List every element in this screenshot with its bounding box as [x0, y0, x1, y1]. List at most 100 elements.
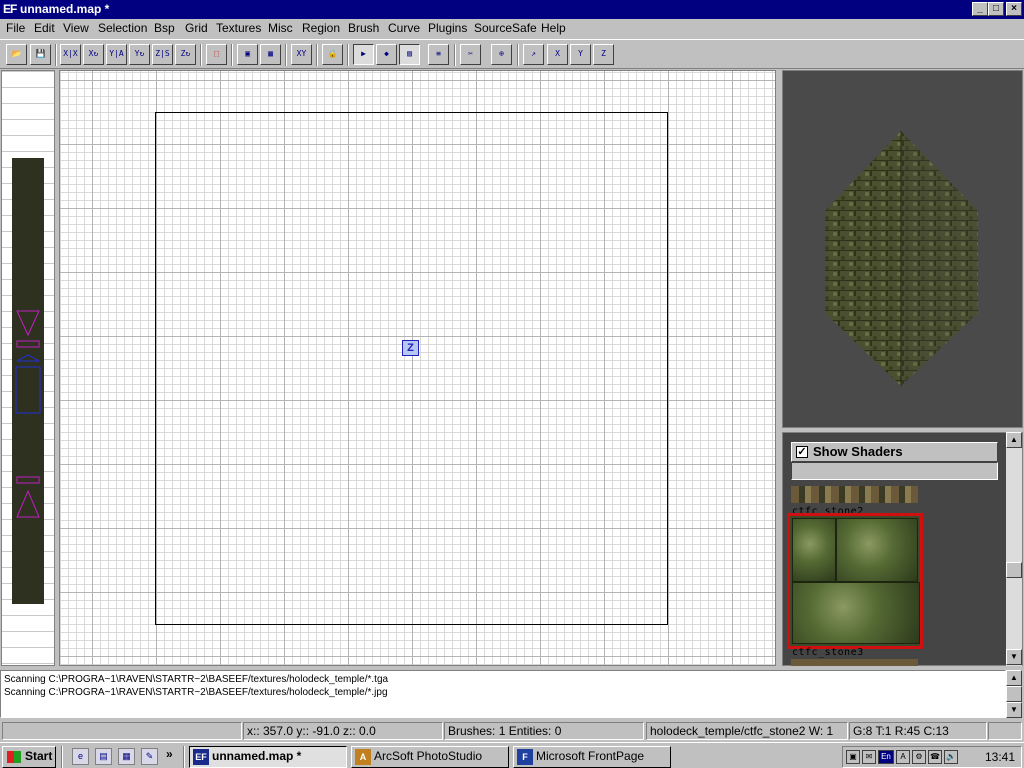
quicklaunch-chevron-icon[interactable]: » [166, 747, 173, 761]
flip-x-icon[interactable]: X|X [60, 44, 81, 65]
status-grid-info: G:8 T:1 R:45 C:13 [849, 722, 987, 740]
tray-language-icon[interactable]: En [878, 750, 894, 764]
maximize-button[interactable]: □ [988, 2, 1004, 16]
view-y-icon[interactable]: Y [570, 44, 591, 65]
free-rotate-icon[interactable]: ⊕ [491, 44, 512, 65]
show-shaders-checkbox[interactable]: ✓ [796, 446, 808, 458]
view-z-icon[interactable]: Z [593, 44, 614, 65]
tray-network-icon[interactable]: ▣ [846, 750, 860, 764]
rotate-x-icon[interactable]: X↻ [83, 44, 104, 65]
selected-texture-thumbnail[interactable] [787, 513, 923, 649]
menu-view[interactable]: View [63, 21, 89, 35]
brush-mode-icon[interactable]: ◆ [376, 44, 397, 65]
select-touching-icon[interactable]: ▣ [237, 44, 258, 65]
z-view[interactable] [1, 70, 55, 666]
camera-view[interactable] [782, 70, 1023, 428]
texture-scrollbar[interactable]: ▲ ▼ [1006, 432, 1022, 666]
menu-brush[interactable]: Brush [348, 21, 379, 35]
entity-mode-icon[interactable]: ▶ [353, 44, 374, 65]
select-complete-tall-icon[interactable]: ⬚ [206, 44, 227, 65]
view-x-icon[interactable]: X [547, 44, 568, 65]
tray-clock: 13:41 [984, 750, 1015, 764]
task-unnamed-map[interactable]: EF unnamed.map * [189, 746, 347, 768]
toolbar-separator [285, 44, 287, 66]
menu-selection[interactable]: Selection [98, 21, 147, 35]
scroll-thumb[interactable] [1006, 686, 1022, 702]
menu-curve[interactable]: Curve [388, 21, 420, 35]
toolbar-separator [200, 44, 202, 66]
tray-mail-icon[interactable]: ✉ [862, 750, 876, 764]
notepad-icon[interactable]: ✎ [141, 748, 158, 765]
start-button[interactable]: Start [2, 746, 56, 768]
texture-filter-field[interactable] [791, 462, 998, 480]
clipper-icon[interactable]: ✂ [460, 44, 481, 65]
scroll-down-icon[interactable]: ▼ [1006, 649, 1022, 665]
menu-file[interactable]: File [6, 21, 25, 35]
console-scrollbar[interactable]: ▲ ▼ [1006, 670, 1022, 718]
tray-phone-icon[interactable]: ☎ [928, 750, 942, 764]
status-bar: x:: 357.0 y:: -91.0 z:: 0.0 Brushes: 1 E… [0, 721, 1024, 741]
toolbar-separator [454, 44, 456, 66]
flip-y-icon[interactable]: Y|A [106, 44, 127, 65]
taskbar-separator [61, 746, 63, 768]
tray-font-icon[interactable]: A [896, 750, 910, 764]
photostudio-app-icon: A [355, 749, 371, 765]
menu-textures[interactable]: Textures [216, 21, 261, 35]
channels-icon[interactable]: ▦ [118, 748, 135, 765]
menu-bsp[interactable]: Bsp [154, 21, 175, 35]
scroll-up-icon[interactable]: ▲ [1006, 432, 1022, 448]
tray-settings-icon[interactable]: ⚙ [912, 750, 926, 764]
view-change-icon[interactable]: ↗ [523, 44, 544, 65]
console-icon[interactable]: ≡ [428, 44, 449, 65]
show-desktop-icon[interactable]: ▤ [95, 748, 112, 765]
menu-help[interactable]: Help [541, 21, 566, 35]
flip-z-icon[interactable]: Z|S [152, 44, 173, 65]
brush-outline[interactable] [155, 112, 668, 625]
texture-thumbnail[interactable] [791, 486, 918, 503]
task-microsoft-frontpage[interactable]: F Microsoft FrontPage [513, 746, 671, 768]
console-output[interactable]: Scanning C:\PROGRA~1\RAVEN\STARTR~2\BASE… [0, 670, 1006, 718]
open-icon[interactable]: 📂 [6, 44, 27, 65]
texture-browser[interactable]: ✓ Show Shaders ctfc_stone2 ctfc_stone3 [782, 432, 1023, 666]
start-label: Start [25, 749, 53, 763]
menu-grid[interactable]: Grid [185, 21, 208, 35]
camera-mode-icon[interactable]: ▨ [399, 44, 420, 65]
texture-name-label: ctfc_stone3 [792, 647, 864, 658]
status-extra [988, 722, 1022, 740]
windows-logo-icon [7, 751, 21, 763]
rotate-z-icon[interactable]: Z↻ [175, 44, 196, 65]
menu-misc[interactable]: Misc [268, 21, 293, 35]
task-label: Microsoft FrontPage [536, 749, 645, 763]
scroll-down-icon[interactable]: ▼ [1006, 702, 1022, 718]
frontpage-app-icon: F [517, 749, 533, 765]
scroll-thumb[interactable] [1006, 562, 1022, 578]
show-shaders-toggle[interactable]: ✓ Show Shaders [791, 442, 998, 462]
tray-volume-icon[interactable]: 🔊 [944, 750, 958, 764]
toolbar-separator [231, 44, 233, 66]
internet-explorer-icon[interactable]: e [72, 748, 89, 765]
close-button[interactable]: × [1006, 2, 1022, 16]
title-bar: EF unnamed.map * _ □ × [0, 0, 1024, 19]
save-icon[interactable]: 💾 [30, 44, 51, 65]
rotate-y-icon[interactable]: Y↻ [129, 44, 150, 65]
cycle-view-icon[interactable]: XY [291, 44, 312, 65]
menu-region[interactable]: Region [302, 21, 340, 35]
z-origin-marker[interactable]: Z [402, 340, 419, 356]
xy-grid-view[interactable]: Z [59, 70, 776, 666]
toolbar: 📂 💾 X|X X↻ Y|A Y↻ Z|S Z↻ ⬚ ▣ ▦ XY 🔒 ▶ ◆ … [0, 39, 1024, 69]
menu-edit[interactable]: Edit [34, 21, 55, 35]
menu-bar: File Edit View Selection Bsp Grid Textur… [0, 19, 1024, 38]
task-label: ArcSoft PhotoStudio [374, 749, 483, 763]
menu-sourcesafe[interactable]: SourceSafe [474, 21, 537, 35]
texture-thumbnail[interactable] [791, 659, 918, 666]
z-camera-marker [15, 310, 41, 518]
select-inside-icon[interactable]: ▦ [260, 44, 281, 65]
task-arcsoft-photostudio[interactable]: A ArcSoft PhotoStudio [351, 746, 509, 768]
minimize-button[interactable]: _ [972, 2, 988, 16]
taskbar: Start e ▤ ▦ ✎ » EF unnamed.map * A ArcSo… [0, 742, 1024, 768]
texture-lock-icon[interactable]: 🔒 [322, 44, 343, 65]
console-line: Scanning C:\PROGRA~1\RAVEN\STARTR~2\BASE… [4, 674, 389, 685]
menu-plugins[interactable]: Plugins [428, 21, 467, 35]
status-texture: holodeck_temple/ctfc_stone2 W: 1 [646, 722, 848, 740]
scroll-up-icon[interactable]: ▲ [1006, 670, 1022, 686]
